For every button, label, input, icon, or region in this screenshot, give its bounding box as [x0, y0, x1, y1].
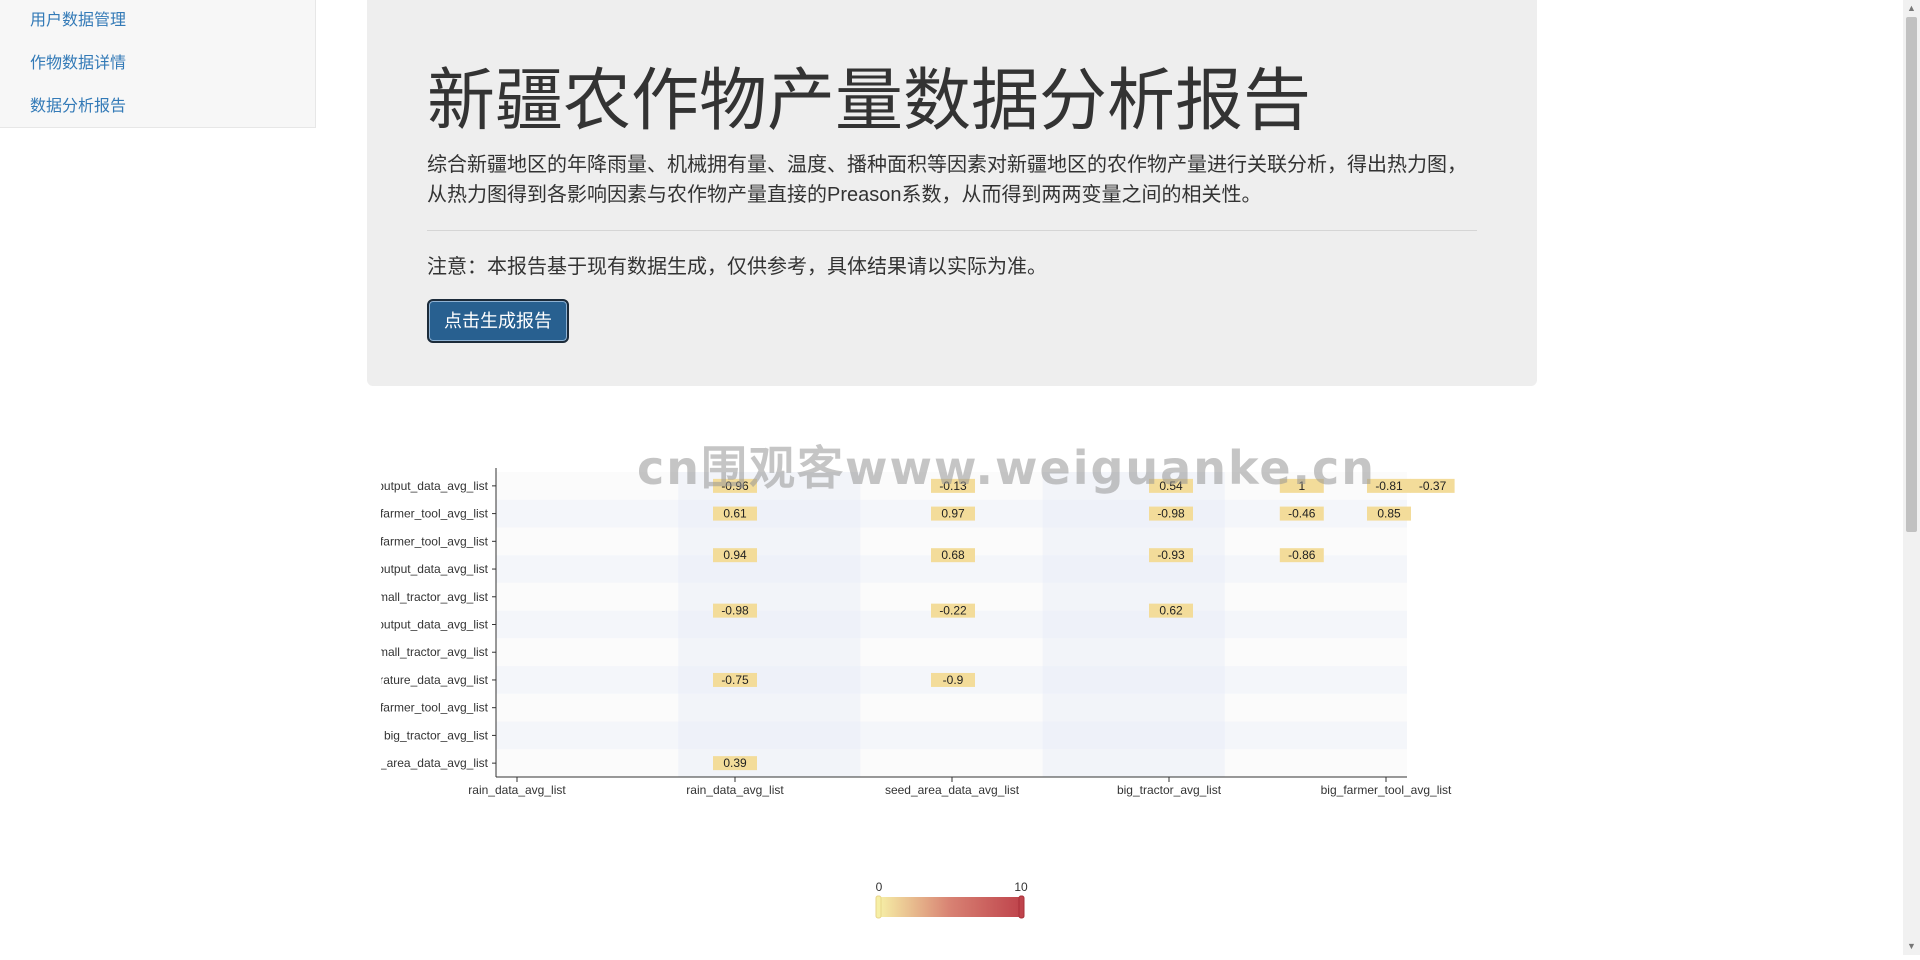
report-description: 综合新疆地区的年降雨量、机械拥有量、温度、播种面积等因素对新疆地区的农作物产量进…	[427, 154, 1467, 206]
column-band	[1042, 472, 1225, 777]
heatmap-cell-label: -0.98	[721, 604, 749, 618]
column-band	[678, 472, 861, 777]
heatmap-cell-label: -0.81	[1375, 479, 1403, 493]
sidebar-item-user-data[interactable]: 用户数据管理	[0, 0, 315, 43]
heatmap-chart-area: output_data_avg_list farmer_tool_avg_list…	[0, 430, 1920, 955]
y-tick-label: seed_area_data_avg_list	[354, 756, 489, 770]
heatmap-cell-label: -0.22	[939, 604, 967, 618]
heatmap-cell-label: -0.37	[1419, 479, 1447, 493]
vertical-scrollbar[interactable]: ▲ ▼	[1903, 0, 1920, 955]
y-tick-label: farmer_tool_avg_list	[380, 701, 489, 715]
visual-map-min-label: 0	[876, 880, 883, 894]
x-tick-label: seed_area_data_avg_list	[885, 783, 1020, 797]
heatmap-cell-label: 0.94	[723, 548, 747, 562]
y-tick-label: output_data_avg_list	[377, 618, 488, 632]
report-jumbotron: 新疆农作物产量数据分析报告 综合新疆地区的年降雨量、机械拥有量、温度、播种面积等…	[367, 0, 1537, 386]
scroll-down-icon[interactable]: ▼	[1903, 938, 1920, 955]
heatmap-cell-label: -0.46	[1288, 507, 1316, 521]
generate-report-button[interactable]: 点击生成报告	[427, 299, 569, 343]
report-note: 注意：本报告基于现有数据生成，仅供参考，具体结果请以实际为准。	[427, 256, 1047, 278]
sidebar-nav: 用户数据管理 作物数据详情 数据分析报告	[0, 0, 316, 128]
visual-map-bar	[879, 897, 1021, 917]
row-band	[496, 749, 1407, 777]
heatmap-cell-label: 0.85	[1377, 507, 1401, 521]
heatmap-cell-label: -0.98	[1157, 507, 1185, 521]
row-band	[496, 693, 1407, 722]
x-tick-label: big_farmer_tool_avg_list	[1321, 783, 1452, 797]
x-tick-label: rain_data_avg_list	[468, 783, 566, 797]
heatmap-chart: output_data_avg_list farmer_tool_avg_list…	[346, 468, 1455, 919]
heatmap-cell-label: 0.39	[723, 756, 747, 770]
sidebar-item-crop-data[interactable]: 作物数据详情	[0, 43, 315, 86]
heatmap-cell-label: 0.62	[1159, 604, 1183, 618]
scroll-thumb[interactable]	[1906, 17, 1917, 532]
heatmap-cell-label: -0.93	[1157, 548, 1185, 562]
y-tick-label: big_tractor_avg_list	[384, 728, 489, 742]
sidebar-item-analysis-report[interactable]: 数据分析报告	[0, 86, 315, 129]
y-tick-label: output_data_avg_list	[377, 562, 488, 576]
y-tick-label: farmer_tool_avg_list	[380, 507, 489, 521]
scroll-up-icon[interactable]: ▲	[1903, 0, 1920, 17]
y-tick-label: temperature_data_avg_list	[346, 673, 489, 687]
heatmap-cell-label: -0.75	[721, 673, 749, 687]
row-band	[496, 638, 1407, 667]
heatmap-cell-label: 0.68	[941, 548, 965, 562]
visual-map-handle-max	[1018, 895, 1025, 919]
heatmap-cell-label: 0.97	[941, 507, 965, 521]
page-title: 新疆农作物产量数据分析报告	[427, 63, 1312, 139]
heatmap-cell-label: -0.9	[943, 673, 964, 687]
visual-map-handle-min	[875, 895, 882, 919]
visual-map-max-label: 10	[1014, 880, 1028, 894]
heatmap-cell-label: 0.61	[723, 507, 747, 521]
divider	[427, 230, 1477, 231]
row-band	[496, 721, 1407, 750]
y-tick-label: small_tractor_avg_list	[372, 645, 489, 659]
y-tick-label: small_tractor_avg_list	[372, 590, 489, 604]
heatmap-cell-label: -0.86	[1288, 548, 1316, 562]
y-tick-label: farmer_tool_avg_list	[380, 534, 489, 548]
y-tick-label: output_data_avg_list	[377, 479, 488, 493]
x-tick-label: rain_data_avg_list	[686, 783, 784, 797]
x-tick-label: big_tractor_avg_list	[1117, 783, 1222, 797]
watermark-text: cn围观客www.weiguanke.cn	[637, 441, 1377, 495]
